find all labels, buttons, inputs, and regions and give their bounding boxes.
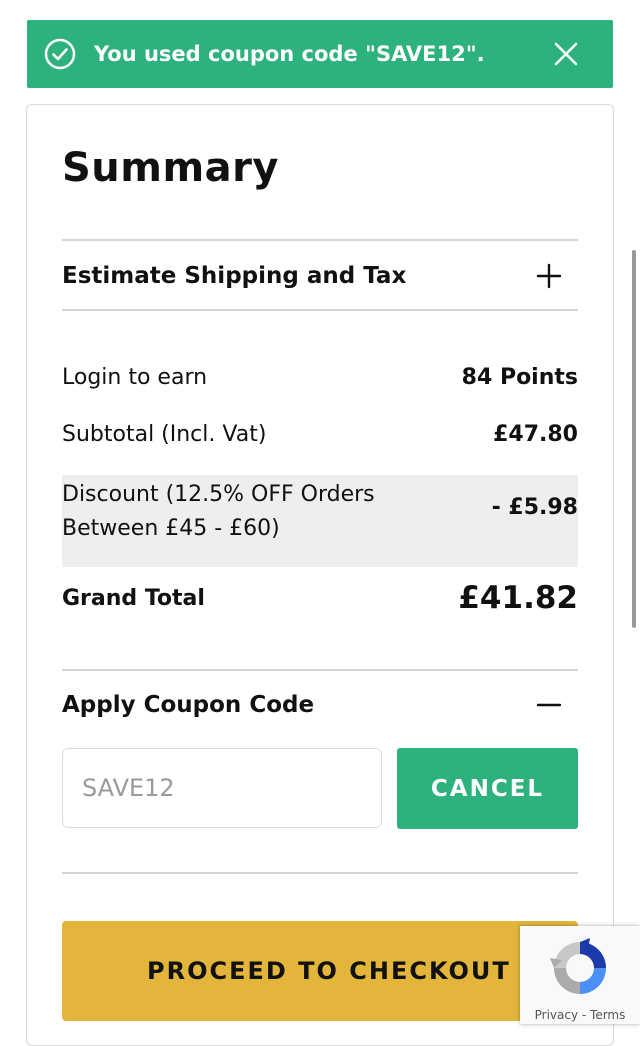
subtotal-label: Subtotal (Incl. Vat) xyxy=(62,421,267,447)
terms-link[interactable]: Terms xyxy=(590,1008,625,1022)
summary-card xyxy=(26,104,614,1046)
minus-icon[interactable] xyxy=(536,692,562,718)
divider xyxy=(62,872,578,874)
divider xyxy=(62,309,578,311)
subtotal-row: Subtotal (Incl. Vat) £47.80 xyxy=(62,417,578,451)
subtotal-value: £47.80 xyxy=(493,421,578,447)
scrollbar[interactable] xyxy=(632,250,636,628)
estimate-shipping-toggle[interactable]: Estimate Shipping and Tax xyxy=(62,257,578,295)
discount-label: Discount (12.5% OFF Orders Between £45 -… xyxy=(62,482,375,541)
recaptcha-badge[interactable]: Privacy - Terms xyxy=(520,926,640,1024)
link-separator: - xyxy=(578,1008,591,1022)
recaptcha-links: Privacy - Terms xyxy=(520,1008,640,1022)
apply-coupon-toggle[interactable]: Apply Coupon Code xyxy=(62,686,578,724)
coupon-success-banner: You used coupon code "SAVE12". xyxy=(27,20,613,88)
cancel-coupon-button[interactable]: CANCEL xyxy=(397,748,578,829)
summary-title: Summary xyxy=(62,145,279,191)
plus-icon[interactable] xyxy=(536,263,562,289)
apply-coupon-label: Apply Coupon Code xyxy=(62,692,315,718)
close-icon[interactable] xyxy=(551,39,581,69)
discount-row: Discount (12.5% OFF Orders Between £45 -… xyxy=(62,475,578,567)
points-value: 84 Points xyxy=(461,364,578,390)
grand-total-value: £41.82 xyxy=(458,580,578,616)
grand-total-label: Grand Total xyxy=(62,585,205,611)
divider xyxy=(62,669,578,671)
discount-value: - £5.98 xyxy=(491,495,578,520)
estimate-shipping-label: Estimate Shipping and Tax xyxy=(62,263,407,289)
proceed-to-checkout-button[interactable]: PROCEED TO CHECKOUT xyxy=(62,921,578,1021)
points-label: Login to earn xyxy=(62,364,208,390)
privacy-link[interactable]: Privacy xyxy=(535,1008,578,1022)
recaptcha-icon xyxy=(548,936,612,1000)
coupon-success-message: You used coupon code "SAVE12". xyxy=(94,42,485,66)
check-circle-icon xyxy=(44,38,76,70)
grand-total-row: Grand Total £41.82 xyxy=(62,578,578,618)
divider xyxy=(62,239,578,241)
points-row: Login to earn 84 Points xyxy=(62,360,578,394)
coupon-code-input[interactable]: SAVE12 xyxy=(62,748,382,828)
